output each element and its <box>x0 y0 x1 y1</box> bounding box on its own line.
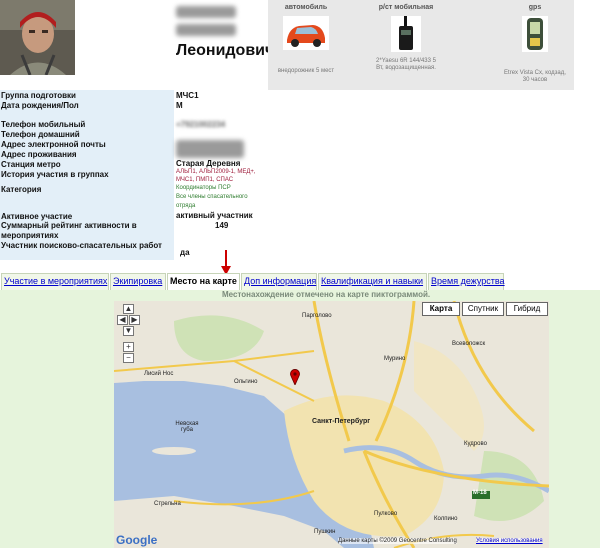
equipment-item-car: автомобиль внедорожник 5 мест <box>272 4 340 75</box>
tab-events[interactable]: Участие в мероприятиях <box>1 273 109 290</box>
metro-label: Станция метро <box>1 160 61 169</box>
birth-label: Дата рождения/Пол <box>1 101 79 110</box>
equipment-desc: внедорожник 5 мест <box>277 68 335 74</box>
map-type-map-button[interactable]: Карта <box>422 302 460 316</box>
pan-right-button[interactable]: ▶ <box>129 315 140 325</box>
group-value: МЧС1 <box>176 91 199 100</box>
name-block: Леонидович <box>176 4 274 60</box>
gps-icon <box>522 16 548 52</box>
equipment-title: р/ст мобильная <box>378 4 434 11</box>
group-label: Группа подготовки <box>1 91 76 100</box>
pan-left-button[interactable]: ◀ <box>117 315 128 325</box>
phone-mobile-value: +7921002234 <box>176 120 226 129</box>
category-value-3: отряда <box>176 203 196 209</box>
tab-map[interactable]: Место на карте <box>167 273 240 290</box>
equipment-item-radio: р/ст мобильная 2*Yaesu 6R 144/433 5 Вт, … <box>372 4 440 72</box>
tab-bar: Участие в мероприятиях Экипировка Место … <box>0 273 600 290</box>
map-view[interactable]: Парголово Мурино Всеволожск Ольгино Лиси… <box>114 301 549 548</box>
google-logo: Google <box>116 533 158 547</box>
radio-icon <box>391 16 421 52</box>
tab-skills[interactable]: Квалификация и навыки <box>318 273 427 290</box>
tab-equipment[interactable]: Экипировка <box>110 273 166 290</box>
equipment-item-gps: gps Etrex Vista Cx, кодзад, 30 часов <box>500 4 570 84</box>
active-value: активный участник <box>176 211 253 220</box>
equipment-panel: автомобиль внедорожник 5 мест р/ст мобил… <box>268 0 574 90</box>
place-strelna: Стрельна <box>154 501 181 507</box>
history-label: История участия в группах <box>1 170 109 179</box>
place-murino: Мурино <box>384 356 406 362</box>
history-value: АЛЬП1, АЛЬП2009-1, МЕД+, <box>176 169 256 175</box>
car-icon <box>283 16 329 50</box>
map-terms-link[interactable]: Условия использования <box>476 538 543 544</box>
phone-home-label: Телефон домашний <box>1 130 80 139</box>
place-vsevolozhsk: Всеволожск <box>452 341 486 347</box>
tab-extra-info[interactable]: Доп информация <box>241 273 317 290</box>
zoom-in-button[interactable]: + <box>123 342 134 352</box>
place-kudrovo: Кудрово <box>464 441 487 447</box>
history-value-cont: МЧС1, ПМП1, СПАС <box>176 177 234 183</box>
profile-photo <box>0 0 75 75</box>
metro-value: Старая Деревня <box>176 159 241 168</box>
equipment-title: автомобиль <box>284 4 328 11</box>
pan-up-button[interactable]: ▲ <box>123 304 134 314</box>
place-saint-petersburg: Санкт-Петербург <box>312 418 371 425</box>
redacted-email-address <box>176 140 244 158</box>
place-kolpino: Колпино <box>434 516 458 522</box>
tab-duty-time[interactable]: Время дежурства <box>428 273 505 290</box>
equipment-desc: Etrex Vista Cx, кодзад, 30 часов <box>504 70 566 83</box>
category-label: Категория <box>1 185 42 194</box>
rescue-value: да <box>180 248 190 257</box>
rating-label: Суммарный рейтинг активности в мероприят… <box>1 221 137 240</box>
email-label: Адрес электронной почты <box>1 140 106 149</box>
rescue-label: Участник поисково-спасательных работ <box>1 241 162 250</box>
redacted-surname <box>176 6 236 18</box>
redacted-firstname <box>176 24 236 36</box>
category-value-1: Координаторы ПСР <box>176 185 231 191</box>
category-value-2: Все члены спасательного <box>176 194 248 200</box>
address-label: Адрес проживания <box>1 150 77 159</box>
map-note: Местонахождение отмечено на карте пиктог… <box>222 290 431 299</box>
pan-down-button[interactable]: ▼ <box>123 326 134 336</box>
place-pargolovo: Парголово <box>302 313 332 319</box>
road-m18: M-18 <box>473 490 487 496</box>
rating-value: 149 <box>215 221 229 230</box>
phone-mobile-label: Телефон мобильный <box>1 120 86 129</box>
place-olgino: Ольгино <box>234 379 258 385</box>
map-attribution: Данные карты ©2009 Geocentre Consulting <box>338 538 457 544</box>
birth-value: М <box>176 101 183 110</box>
patronymic: Леонидович <box>176 42 275 59</box>
place-pushkin: Пушкин <box>314 529 336 535</box>
zoom-out-button[interactable]: − <box>123 353 134 363</box>
place-lisiy-nos: Лисий Нос <box>144 371 174 377</box>
map-type-satellite-button[interactable]: Спутник <box>462 302 504 316</box>
place-pulkovo: Пулково <box>374 511 398 517</box>
place-nevskaya-guba: Невская губа <box>175 421 199 433</box>
map-panel: Местонахождение отмечено на карте пиктог… <box>0 290 600 548</box>
map-type-hybrid-button[interactable]: Гибрид <box>506 302 548 316</box>
active-label: Активное участие <box>1 212 73 221</box>
location-marker-icon[interactable] <box>290 369 300 385</box>
equipment-title: gps <box>528 4 542 11</box>
equipment-desc: 2*Yaesu 6R 144/433 5 Вт, водозащищенная. <box>376 58 436 71</box>
